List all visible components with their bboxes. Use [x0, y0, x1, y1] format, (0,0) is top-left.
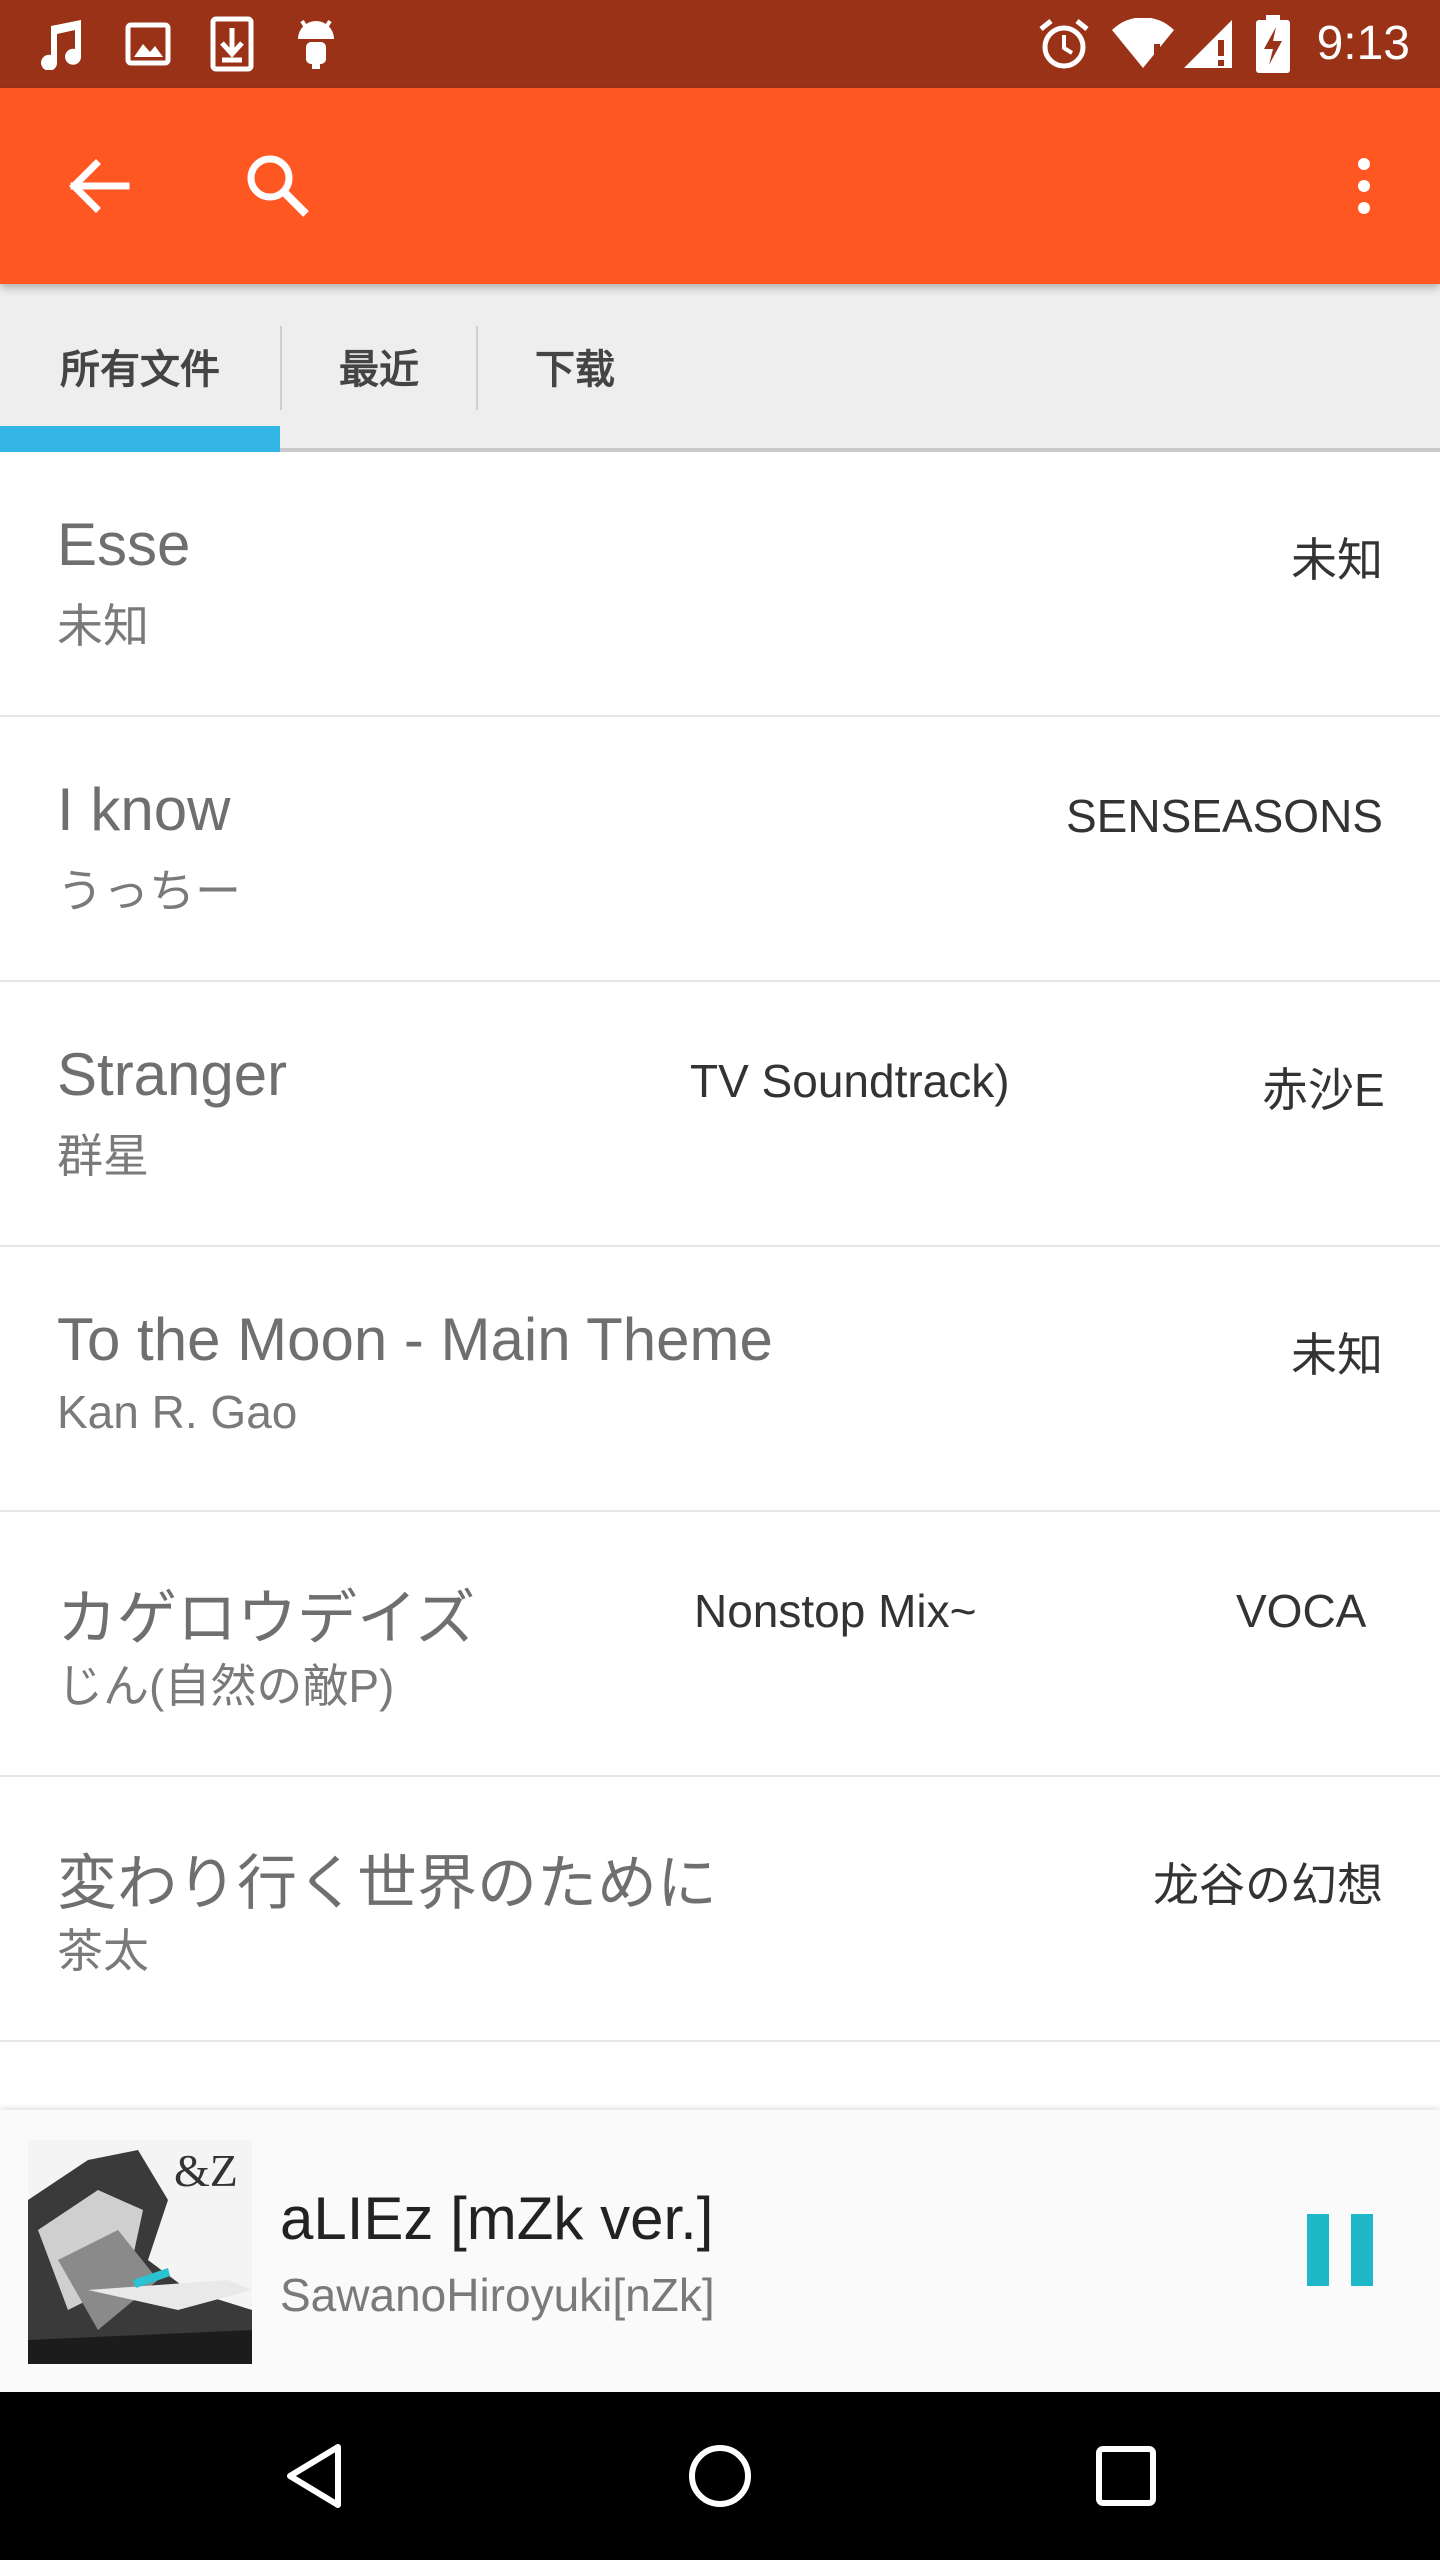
song-artist: 茶太: [57, 1925, 149, 1977]
signal-icon: [1178, 0, 1238, 88]
overflow-menu-icon[interactable]: [1304, 126, 1424, 246]
now-playing-artist: SawanoHiroyuki[nZk]: [280, 2269, 715, 2321]
battery-charging-icon: [1248, 0, 1298, 88]
song-title: To the Moon - Main Theme: [57, 1306, 773, 1373]
list-item[interactable]: Stranger 群星 TV Soundtrack) 赤沙E: [0, 982, 1440, 1247]
pause-icon[interactable]: [1270, 2180, 1410, 2320]
music-note-icon: [34, 0, 94, 88]
song-title: カゲロウデイズ: [57, 1585, 476, 1652]
song-album: 未知: [1291, 534, 1383, 586]
album-art: &Z: [28, 2140, 252, 2364]
selected-tab-indicator: [0, 426, 280, 452]
song-title: Esse: [57, 511, 191, 578]
tab-all-files[interactable]: 所有文件: [0, 284, 280, 448]
song-album: 赤沙E: [1262, 1064, 1384, 1116]
song-album-scrolling: Nonstop Mix~: [694, 1585, 977, 1637]
wifi-icon: [1108, 0, 1178, 88]
navigation-bar: [0, 2392, 1440, 2560]
song-artist: 群星: [57, 1130, 149, 1182]
list-item[interactable]: 変わり行く世界のために 茶太 龙谷の幻想: [0, 1777, 1440, 2042]
image-icon: [118, 0, 178, 88]
song-artist: 未知: [57, 600, 149, 652]
tab-downloads[interactable]: 下载: [478, 284, 672, 448]
status-time: 9:13: [1316, 17, 1410, 70]
song-title: 変わり行く世界のために: [57, 1850, 717, 1917]
alarm-icon: [1034, 0, 1094, 88]
album-art-text: &Z: [174, 2145, 238, 2196]
list-item[interactable]: Esse 未知 未知: [0, 452, 1440, 717]
status-bar: 9:13: [0, 0, 1440, 88]
now-playing-bar[interactable]: &Z aLIEz [mZk ver.] SawanoHiroyuki[nZk]: [0, 2110, 1440, 2392]
song-artist: うっちー: [57, 865, 241, 917]
song-artist: Kan R. Gao: [57, 1386, 298, 1438]
back-arrow-icon[interactable]: [38, 126, 158, 246]
tab-recent[interactable]: 最近: [282, 284, 476, 448]
nav-home-icon[interactable]: [660, 2416, 780, 2536]
song-album: SENSEASONS: [1066, 790, 1383, 842]
nav-recents-icon[interactable]: [1066, 2416, 1186, 2536]
song-title: Stranger: [57, 1041, 288, 1108]
list-item[interactable]: To the Moon - Main Theme Kan R. Gao 未知: [0, 1247, 1440, 1512]
song-artist: じん(自然の敵P): [57, 1660, 395, 1712]
android-icon: [286, 0, 346, 88]
download-icon: [202, 0, 262, 88]
song-album-scrolling: TV Soundtrack): [690, 1055, 1010, 1107]
now-playing-title: aLIEz [mZk ver.]: [280, 2185, 714, 2252]
song-album: 龙谷の幻想: [1153, 1859, 1383, 1911]
toolbar: [0, 88, 1440, 284]
song-album: VOCA: [1236, 1585, 1367, 1637]
song-album: 未知: [1291, 1329, 1383, 1381]
search-icon[interactable]: [218, 126, 338, 246]
list-item[interactable]: カゲロウデイズ じん(自然の敵P) Nonstop Mix~ VOCA: [0, 1512, 1440, 1777]
nav-back-icon[interactable]: [254, 2416, 374, 2536]
song-title: I know: [57, 776, 231, 843]
list-item[interactable]: I know うっちー SENSEASONS: [0, 717, 1440, 982]
